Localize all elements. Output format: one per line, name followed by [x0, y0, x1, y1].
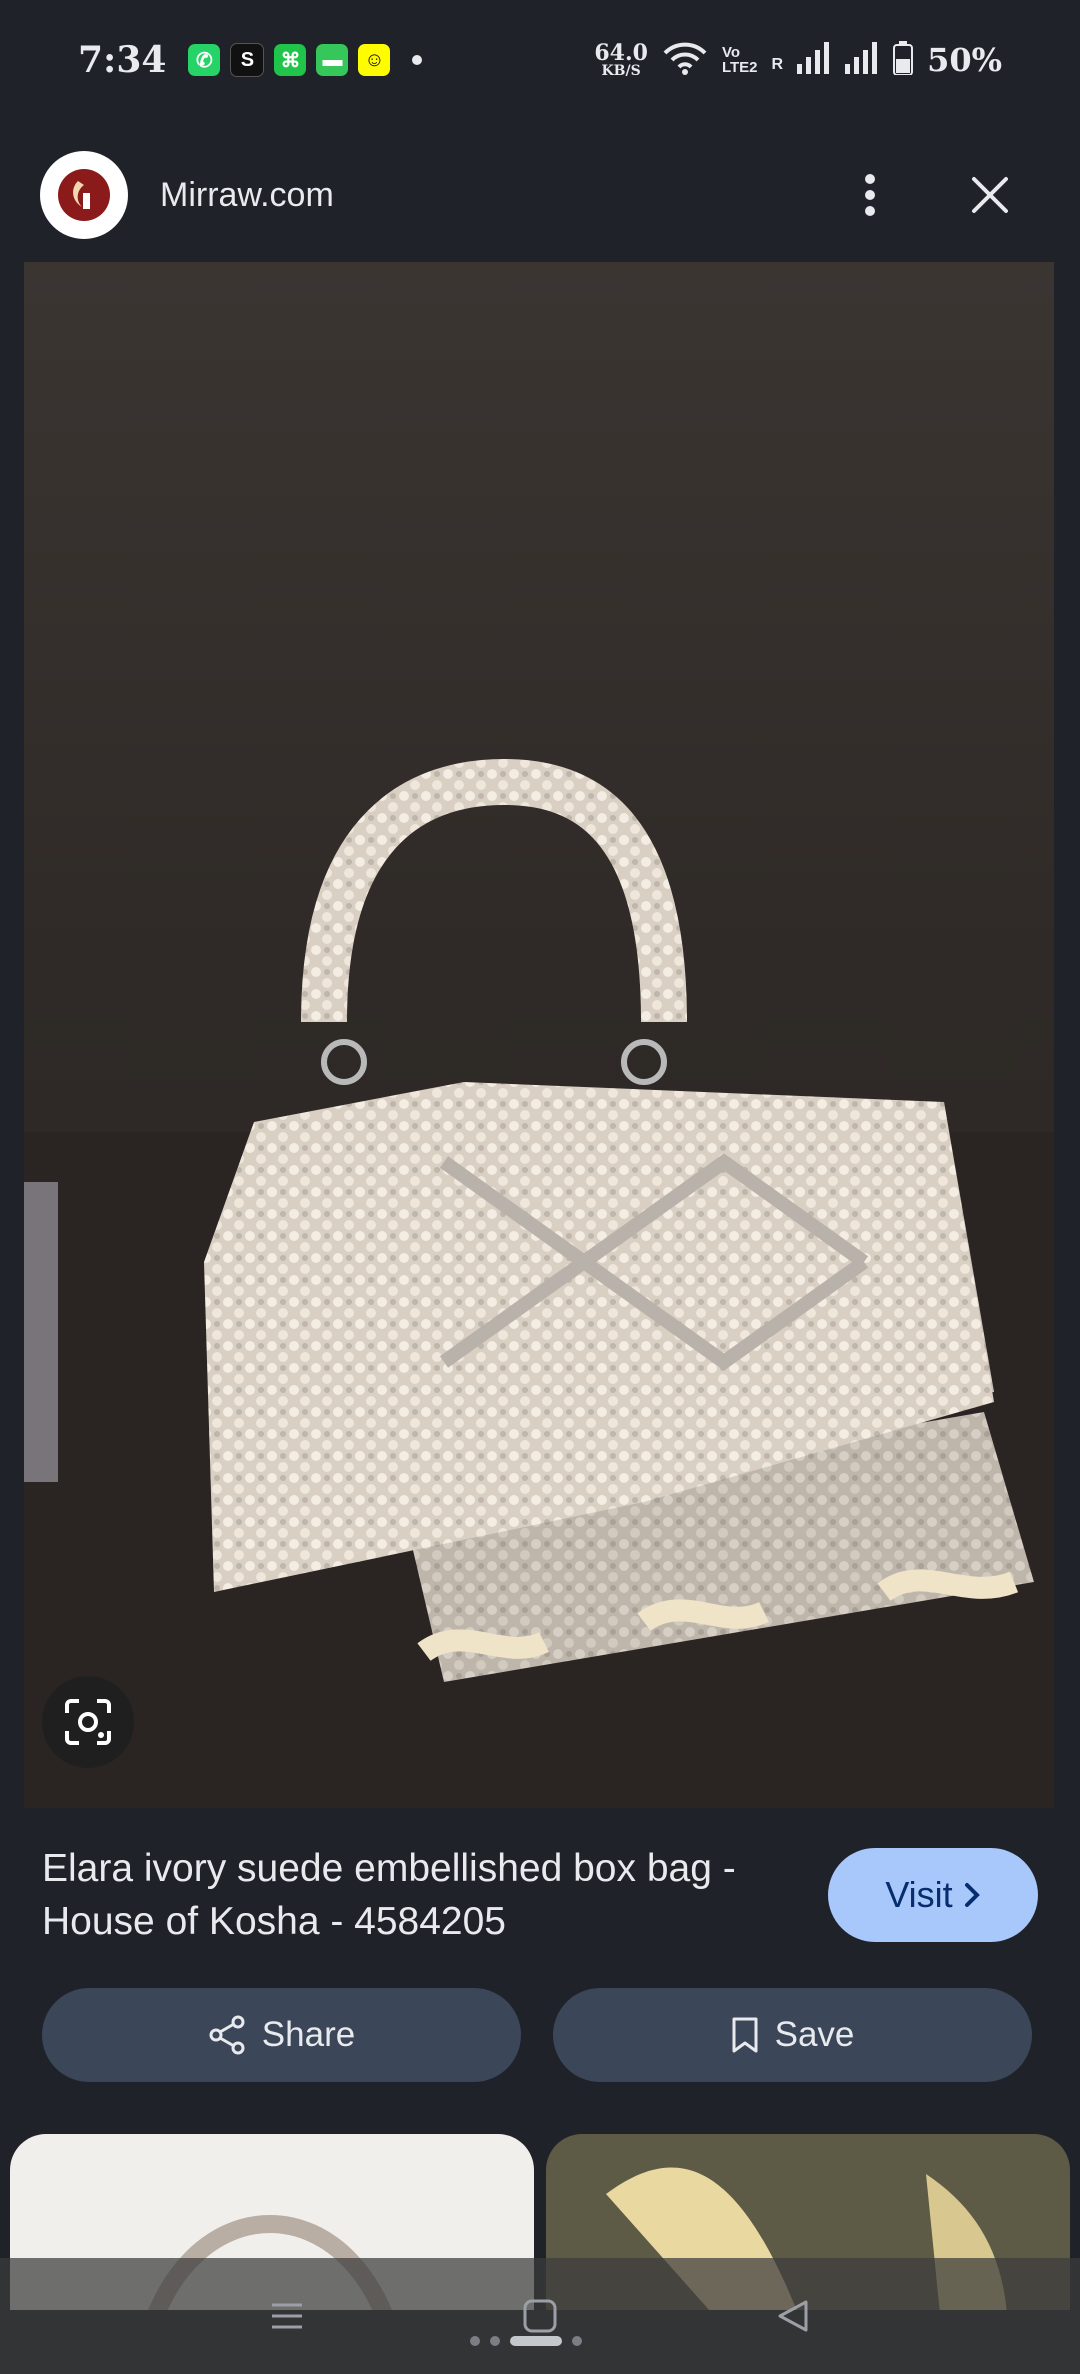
product-title[interactable]: Elara ivory suede embellished box bag - …: [42, 1842, 802, 1948]
green-app-icon: ⌘: [274, 44, 307, 76]
status-time: 7:34: [78, 39, 167, 81]
network-speed-unit: KB/S: [601, 63, 641, 79]
page-dot-active: [510, 2336, 562, 2346]
battery-percent: 50%: [927, 41, 1002, 79]
status-right: 64.0 KB/S Vo LTE2 R 50%: [594, 40, 1002, 80]
system-navigation-bar: [0, 2258, 1080, 2374]
save-label: Save: [774, 2015, 855, 2054]
recent-apps-button[interactable]: [247, 2276, 327, 2356]
menu-icon: [271, 2303, 302, 2329]
back-button[interactable]: [753, 2276, 833, 2356]
more-notifications-dot: [412, 55, 423, 65]
whatsapp-icon: ✆: [188, 44, 221, 76]
page-indicator: [470, 2336, 582, 2346]
network-speed: 64.0 KB/S: [594, 42, 648, 78]
share-label: Share: [261, 2015, 356, 2054]
save-button[interactable]: Save: [553, 1988, 1032, 2082]
close-icon[interactable]: [960, 165, 1020, 225]
viewer-header: Mirraw.com: [0, 130, 1080, 260]
bookmark-icon: [732, 2017, 758, 2053]
roaming-label: R: [771, 55, 784, 73]
back-icon: [778, 2300, 808, 2332]
volte-indicator: Vo LTE2: [722, 45, 758, 75]
notification-icons: ✆ S ⌘ ▬ ☺: [188, 43, 423, 77]
battery-icon: [893, 40, 914, 80]
share-button[interactable]: Share: [42, 1988, 521, 2082]
google-lens-button[interactable]: [42, 1676, 134, 1768]
product-image[interactable]: [24, 262, 1054, 1808]
home-icon: [523, 2299, 557, 2333]
page-dot: [490, 2336, 500, 2346]
status-bar: 7:34 ✆ S ⌘ ▬ ☺ 64.0 KB/S Vo LTE2 R 50%: [0, 0, 1080, 120]
page-dot: [470, 2336, 480, 2346]
volte-bottom: LTE2: [721, 59, 758, 76]
site-name[interactable]: Mirraw.com: [160, 176, 334, 215]
signal-icon-1: [797, 41, 831, 79]
signal-icon-2: [845, 41, 879, 79]
lens-icon: [65, 1699, 111, 1745]
header-actions: [840, 165, 1020, 225]
wifi-icon: [662, 41, 708, 80]
chevron-right-icon: [964, 1883, 980, 1907]
volte-top: Vo: [721, 44, 740, 61]
messages-icon: ▬: [316, 44, 349, 76]
network-speed-value: 64.0: [594, 40, 648, 66]
site-favicon: [40, 151, 128, 239]
page-dot: [572, 2336, 582, 2346]
more-options-icon[interactable]: [840, 165, 900, 225]
share-icon: [209, 2015, 245, 2055]
product-info: Elara ivory suede embellished box bag - …: [0, 1820, 1080, 1970]
action-buttons: Share Save: [42, 1988, 1032, 2082]
product-illustration: [24, 758, 1054, 1808]
snapchat-icon: ☺: [358, 44, 391, 76]
visit-label: Visit: [885, 1874, 953, 1915]
s-app-icon: S: [230, 43, 265, 77]
visit-button[interactable]: Visit: [828, 1848, 1038, 1942]
